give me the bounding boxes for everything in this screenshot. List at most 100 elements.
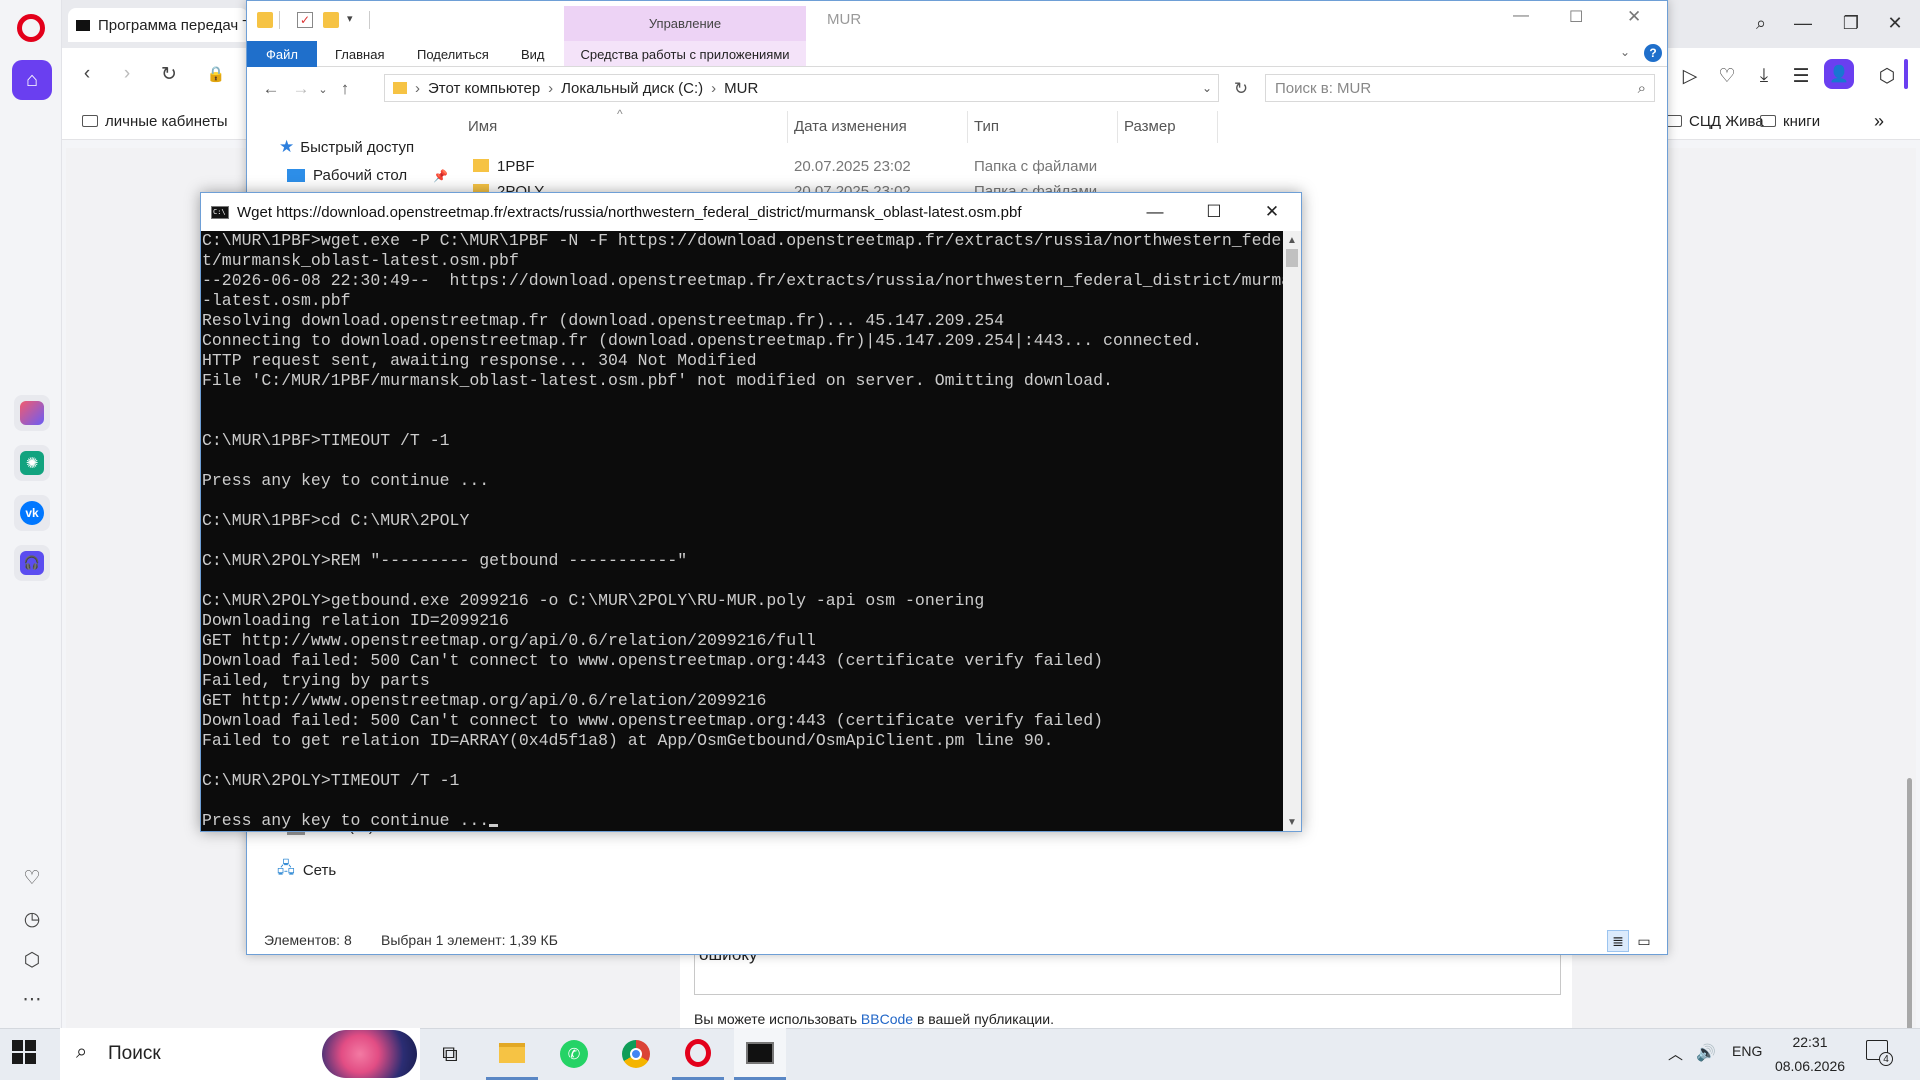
explorer-address-bar[interactable]: › Этот компьютер › Локальный диск (C:) ›… (384, 74, 1219, 102)
console-output[interactable]: C:\MUR\1PBF>wget.exe -P C:\MUR\1PBF -N -… (201, 231, 1283, 831)
browser-close-icon[interactable]: ✕ (1880, 10, 1910, 36)
explorer-minimize-icon[interactable]: — (1513, 7, 1529, 25)
scroll-down-icon[interactable]: ▼ (1283, 813, 1301, 831)
help-icon[interactable]: ? (1644, 44, 1662, 62)
folder-icon (1760, 115, 1776, 127)
sidebar-app-chatgpt[interactable]: ✺ (14, 445, 50, 481)
sidebar-app-aria[interactable] (14, 395, 50, 431)
taskbar-file-explorer[interactable] (486, 1028, 538, 1080)
clock-time[interactable]: 22:31 (1775, 1034, 1845, 1050)
page-scrollbar[interactable] (1904, 148, 1916, 1078)
column-divider (1117, 111, 1118, 143)
wallet-cube-icon[interactable]: ⬡ (1873, 62, 1901, 90)
scroll-up-icon[interactable]: ▲ (1283, 231, 1301, 249)
console-scrollbar[interactable]: ▲ ▼ (1283, 231, 1301, 831)
history-clock-icon[interactable]: ◷ (18, 905, 46, 933)
browser-minimize-icon[interactable]: — (1788, 10, 1818, 36)
language-indicator[interactable]: ENG (1732, 1043, 1762, 1059)
clock-date[interactable]: 08.06.2026 (1770, 1058, 1850, 1074)
opera-logo-icon[interactable] (17, 14, 45, 42)
explorer-back-icon[interactable]: ← (261, 79, 281, 99)
tab-view[interactable]: Вид (521, 43, 545, 65)
console-scrollbar-thumb[interactable] (1286, 249, 1298, 267)
refresh-icon[interactable]: ↻ (1231, 79, 1251, 99)
column-size[interactable]: Размер (1124, 118, 1176, 135)
bookmark-books[interactable]: книги (1760, 110, 1820, 132)
folder-icon (393, 82, 407, 94)
console-line: C:\MUR\2POLY>REM "--------- getbound ---… (202, 551, 688, 570)
send-icon[interactable]: ▷ (1676, 62, 1704, 90)
volume-icon[interactable]: 🔊 (1696, 1043, 1716, 1063)
properties-icon[interactable]: ✓ (297, 12, 313, 28)
explorer-title-path: MUR (827, 11, 862, 28)
favorites-heart-icon[interactable]: ♡ (1713, 62, 1741, 90)
browser-restore-icon[interactable]: ❐ (1836, 10, 1866, 36)
console-line: Connecting to download.openstreetmap.fr … (202, 331, 1203, 350)
pin-icon[interactable]: 📌 (433, 169, 448, 183)
easy-setup-icon[interactable]: ☰ (1787, 62, 1815, 90)
tray-overflow-icon[interactable]: ︿ (1668, 1043, 1683, 1064)
taskbar-chrome[interactable] (610, 1028, 662, 1080)
download-icon[interactable]: ⤓ (1750, 62, 1778, 90)
explorer-search-input[interactable]: Поиск в: MUR ⌕ (1265, 74, 1655, 102)
breadcrumb-this-pc[interactable]: Этот компьютер (428, 80, 540, 97)
breadcrumb-mur[interactable]: MUR (724, 80, 758, 97)
large-icons-view-icon[interactable]: ▭ (1633, 930, 1655, 952)
breadcrumb-local-disk[interactable]: Локальный диск (C:) (561, 80, 703, 97)
taskbar-opera[interactable] (672, 1028, 724, 1080)
console-close-icon[interactable]: ✕ (1249, 197, 1295, 227)
console-maximize-icon[interactable]: ☐ (1191, 197, 1237, 227)
sidebar-app-music[interactable]: 🎧 (14, 545, 50, 581)
profile-icon[interactable]: 👤 (1824, 59, 1854, 89)
task-view-icon[interactable]: ⧉ (424, 1028, 476, 1080)
console-text: C:\MUR\1PBF>wget.exe -P C:\MUR\1PBF -N -… (201, 231, 1283, 831)
sidebar-toggle[interactable] (1904, 59, 1908, 89)
recent-locations-icon[interactable]: ⌄ (313, 79, 333, 99)
extensions-cube-icon[interactable]: ⬡ (18, 946, 46, 974)
taskbar-whatsapp[interactable]: ✆ (548, 1028, 600, 1080)
browser-back-icon[interactable]: ‹ (75, 62, 99, 86)
console-line: Download failed: 500 Can't connect to ww… (202, 711, 1104, 730)
nav-network[interactable]: 🖧 Сеть (277, 857, 336, 884)
bookmark-scd-zhiva[interactable]: СЦД Жива (1666, 110, 1764, 132)
explorer-close-icon[interactable]: ✕ (1627, 7, 1641, 27)
file-row-1pbf[interactable]: 1PBF 20.07.2025 23:02 Папка с файлами (467, 156, 1267, 178)
heart-icon[interactable]: ♡ (18, 864, 46, 892)
more-dots-icon[interactable]: ⋯ (18, 985, 46, 1013)
ribbon-expand-icon[interactable]: ⌄ (1620, 45, 1630, 59)
file-name: 1PBF (497, 158, 535, 175)
tab-share[interactable]: Поделиться (417, 43, 489, 65)
console-minimize-icon[interactable]: — (1132, 197, 1178, 227)
nav-desktop[interactable]: Рабочий стол 📌 (287, 167, 448, 184)
browser-forward-icon[interactable]: › (115, 62, 139, 86)
customize-toolbar-icon[interactable]: ▾ (347, 12, 353, 25)
bookmarks-more-icon[interactable]: » (1874, 110, 1884, 132)
up-folder-icon[interactable]: ↑ (335, 79, 355, 99)
column-date-modified[interactable]: Дата изменения (794, 118, 907, 135)
explorer-maximize-icon[interactable]: ☐ (1569, 7, 1583, 27)
status-selection: Выбран 1 элемент: 1,39 КБ (381, 932, 558, 948)
nav-quick-access[interactable]: ★ Быстрый доступ (279, 137, 414, 157)
column-name[interactable]: Имя (468, 118, 497, 135)
address-dropdown-icon[interactable]: ⌄ (1202, 81, 1212, 95)
quick-access-folder-icon (257, 12, 273, 28)
tab-manage[interactable]: Управление (564, 6, 806, 41)
explorer-forward-icon[interactable]: → (291, 79, 311, 99)
windows-start-icon[interactable] (12, 1040, 36, 1064)
tab-file[interactable]: Файл (247, 41, 317, 67)
bookmark-personal-cabinets[interactable]: личные кабинеты (82, 110, 228, 132)
sidebar-app-vk[interactable]: vk (14, 495, 50, 531)
browser-search-icon[interactable]: ⌕ (1746, 10, 1776, 36)
column-divider (787, 111, 788, 143)
browser-tab[interactable]: Программа передач ТВ (68, 8, 248, 42)
bbcode-link[interactable]: BBCode (861, 1011, 913, 1027)
taskbar-console[interactable] (734, 1028, 786, 1080)
tab-home[interactable]: Главная (335, 43, 384, 65)
browser-reload-icon[interactable]: ↻ (157, 62, 181, 86)
column-type[interactable]: Тип (974, 118, 999, 135)
console-line: C:\MUR\1PBF>wget.exe -P C:\MUR\1PBF -N -… (202, 231, 1283, 250)
details-view-icon[interactable]: ≣ (1607, 930, 1629, 952)
home-icon[interactable]: ⌂ (12, 60, 52, 100)
new-folder-icon[interactable] (323, 12, 339, 28)
